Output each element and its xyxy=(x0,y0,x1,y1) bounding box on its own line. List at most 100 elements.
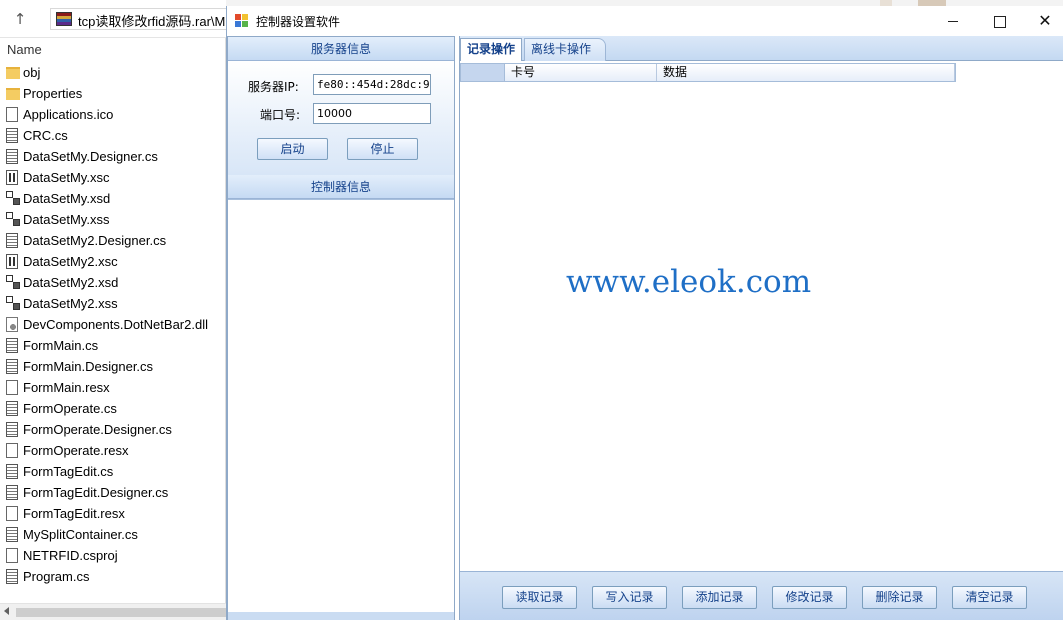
explorer-address-bar[interactable]: tcp读取修改rfid源码.rar\M xyxy=(50,8,226,30)
file-explorer-window: ↑ tcp读取修改rfid源码.rar\M Name obj Properties… xyxy=(0,0,226,620)
file-list-item[interactable]: FormMain.Designer.cs xyxy=(0,356,226,377)
file-name: FormTagEdit.cs xyxy=(23,464,114,479)
right-panel: 记录操作 离线卡操作 卡号 数据 读取记录 写入记录 添加记录 修改记录 删除记… xyxy=(459,36,1063,620)
file-name: DataSetMy.xsc xyxy=(23,170,110,185)
file-list-item[interactable]: FormOperate.resx xyxy=(0,440,226,461)
scroll-left-arrow-icon[interactable] xyxy=(4,607,9,615)
file-list-item[interactable]: DataSetMy.xsc xyxy=(0,167,226,188)
add-record-button[interactable]: 添加记录 xyxy=(682,586,757,609)
file-name: CRC.cs xyxy=(23,128,68,143)
file-list-item[interactable]: FormOperate.Designer.cs xyxy=(0,419,226,440)
records-grid[interactable]: 卡号 数据 xyxy=(460,61,1063,571)
xsc-file-icon xyxy=(6,254,18,269)
controller-info-header[interactable]: 控制器信息 xyxy=(228,175,454,199)
address-text: tcp读取修改rfid源码.rar\M xyxy=(78,14,226,29)
file-name: obj xyxy=(23,65,41,80)
cs-file-icon xyxy=(6,422,18,437)
file-name: DataSetMy.Designer.cs xyxy=(23,149,158,164)
file-list-item[interactable]: Applications.ico xyxy=(0,104,226,125)
file-list-item[interactable]: FormMain.cs xyxy=(0,335,226,356)
file-list-item[interactable]: DataSetMy2.xsd xyxy=(0,272,226,293)
read-records-button[interactable]: 读取记录 xyxy=(502,586,577,609)
file-list-item[interactable]: DataSetMy.Designer.cs xyxy=(0,146,226,167)
file-list-item[interactable]: DataSetMy2.Designer.cs xyxy=(0,230,226,251)
file-name: DataSetMy.xss xyxy=(23,212,110,227)
file-list-item[interactable]: Program.cs xyxy=(0,566,226,587)
watermark-text: www.eleok.com xyxy=(566,264,812,300)
close-icon[interactable]: ✕ xyxy=(1022,6,1063,36)
left-panel: 服务器信息 服务器IP: fe80::454d:28dc:9c8 端口号: 10… xyxy=(227,36,455,620)
horizontal-scrollbar[interactable] xyxy=(0,603,226,620)
xss-file-icon xyxy=(6,212,20,226)
file-name: DataSetMy2.xss xyxy=(23,296,118,311)
file-list-item[interactable]: CRC.cs xyxy=(0,125,226,146)
file-name: MySplitContainer.cs xyxy=(23,527,138,542)
file-list-item[interactable]: DataSetMy2.xsc xyxy=(0,251,226,272)
title-bar[interactable]: 控制器设置软件 ✕ xyxy=(227,6,1063,36)
server-info-header[interactable]: 服务器信息 xyxy=(228,37,454,61)
file-list-item[interactable]: DataSetMy2.xss xyxy=(0,293,226,314)
xss-file-icon xyxy=(6,296,20,310)
file-name: FormMain.cs xyxy=(23,338,99,353)
file-list-item[interactable]: FormTagEdit.Designer.cs xyxy=(0,482,226,503)
server-ip-label: 服务器IP: xyxy=(248,80,299,94)
file-list-item[interactable]: DataSetMy.xsd xyxy=(0,188,226,209)
minimize-button[interactable] xyxy=(930,6,976,36)
modify-record-button[interactable]: 修改记录 xyxy=(772,586,847,609)
document-icon xyxy=(6,443,18,458)
delete-record-button[interactable]: 删除记录 xyxy=(862,586,937,609)
server-ip-input[interactable]: fe80::454d:28dc:9c8 xyxy=(313,74,431,95)
file-name: FormMain.resx xyxy=(23,380,110,395)
folder-icon xyxy=(6,67,20,79)
stop-button[interactable]: 停止 xyxy=(347,138,418,160)
xsd-file-icon xyxy=(6,275,20,289)
cs-file-icon xyxy=(6,485,18,500)
cs-file-icon xyxy=(6,149,18,164)
cs-file-icon xyxy=(6,233,18,248)
column-data[interactable]: 数据 xyxy=(657,64,955,81)
grid-corner-cell[interactable] xyxy=(461,64,505,81)
write-records-button[interactable]: 写入记录 xyxy=(592,586,667,609)
clear-records-button[interactable]: 清空记录 xyxy=(952,586,1027,609)
up-arrow-icon[interactable]: ↑ xyxy=(8,8,32,30)
file-list-item[interactable]: obj xyxy=(0,62,226,83)
tab-offline-card-operations[interactable]: 离线卡操作 xyxy=(524,38,606,61)
file-list-item[interactable]: DevComponents.DotNetBar2.dll xyxy=(0,314,226,335)
file-name: NETRFID.csproj xyxy=(23,548,118,563)
file-list-item[interactable]: DataSetMy.xss xyxy=(0,209,226,230)
file-name: Applications.ico xyxy=(23,107,114,122)
dll-file-icon xyxy=(6,317,18,332)
document-icon xyxy=(6,506,18,521)
document-icon xyxy=(6,380,18,395)
start-button[interactable]: 启动 xyxy=(257,138,328,160)
column-card-number[interactable]: 卡号 xyxy=(505,64,657,81)
file-name: FormOperate.resx xyxy=(23,443,129,458)
scrollbar-thumb[interactable] xyxy=(16,608,226,617)
tab-record-operations[interactable]: 记录操作 xyxy=(460,38,522,61)
record-actions-bar: 读取记录 写入记录 添加记录 修改记录 删除记录 清空记录 xyxy=(460,571,1063,620)
cs-file-icon xyxy=(6,338,18,353)
port-label: 端口号: xyxy=(260,108,301,122)
file-list-item[interactable]: FormTagEdit.resx xyxy=(0,503,226,524)
file-name: DataSetMy2.xsd xyxy=(23,275,119,290)
maximize-button[interactable] xyxy=(976,6,1022,36)
name-column-header[interactable]: Name xyxy=(7,42,42,57)
file-list-item[interactable]: FormTagEdit.cs xyxy=(0,461,226,482)
controller-info-list[interactable] xyxy=(228,199,454,611)
file-list-item[interactable]: MySplitContainer.cs xyxy=(0,524,226,545)
cs-file-icon xyxy=(6,464,18,479)
file-name: DataSetMy2.xsc xyxy=(23,254,118,269)
xsd-file-icon xyxy=(6,191,20,205)
window-title: 控制器设置软件 xyxy=(256,15,341,29)
file-name: FormTagEdit.resx xyxy=(23,506,125,521)
file-list-item[interactable]: Properties xyxy=(0,83,226,104)
tab-strip: 记录操作 离线卡操作 xyxy=(460,36,1063,61)
file-list-item[interactable]: FormMain.resx xyxy=(0,377,226,398)
cs-file-icon xyxy=(6,569,18,584)
xsc-file-icon xyxy=(6,170,18,185)
explorer-toolbar: ↑ tcp读取修改rfid源码.rar\M xyxy=(0,0,226,38)
file-list-item[interactable]: NETRFID.csproj xyxy=(0,545,226,566)
file-name: FormOperate.cs xyxy=(23,401,117,416)
file-list-item[interactable]: FormOperate.cs xyxy=(0,398,226,419)
port-input[interactable]: 10000 xyxy=(313,103,431,124)
